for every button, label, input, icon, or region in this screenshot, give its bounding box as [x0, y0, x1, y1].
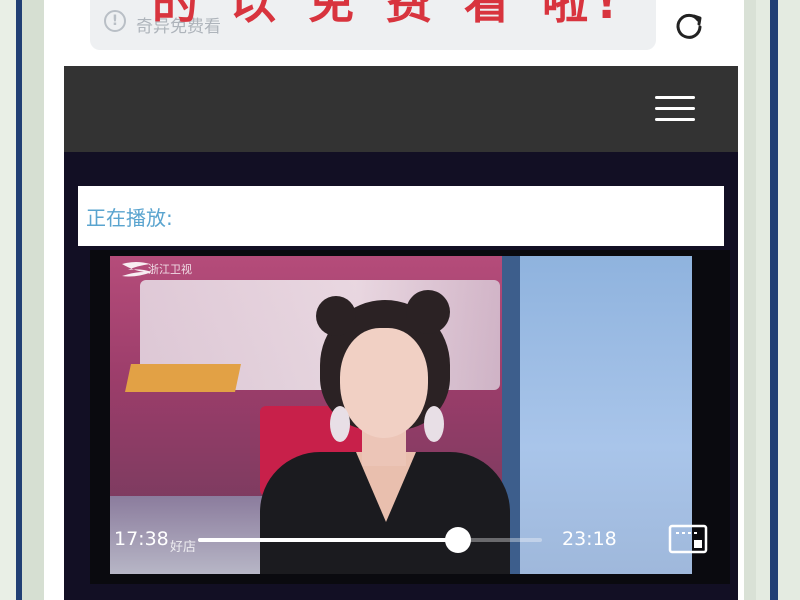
browser-toolbar: ! 奇异免费看 的 以 免 费 看 啦! [44, 0, 744, 66]
seek-bar[interactable] [198, 527, 542, 553]
channel-logo-text: 浙江卫视 [148, 263, 192, 276]
earring-right [424, 406, 444, 442]
info-icon[interactable]: ! [104, 10, 126, 32]
fullscreen-icon[interactable] [668, 524, 708, 554]
player-controls: 17:38 好店 23:18 [90, 514, 730, 584]
frame-border-right [770, 0, 778, 600]
background-left-inner [22, 0, 44, 600]
earring-left [330, 406, 350, 442]
total-time: 23:18 [562, 528, 617, 550]
reload-icon[interactable] [672, 8, 706, 42]
hamburger-menu-icon[interactable] [655, 96, 695, 122]
seek-bar-thumb[interactable] [445, 527, 472, 553]
background-right [756, 0, 800, 600]
person-hair-bun-right [406, 290, 450, 334]
scene-stage-decor [125, 364, 241, 392]
now-playing-panel: 正在播放: [78, 186, 724, 246]
person-face [340, 328, 428, 438]
seek-bar-progress [198, 538, 459, 542]
now-playing-label: 正在播放: [86, 206, 173, 230]
overlay-caption: 的 以 免 费 看 啦! [152, 0, 626, 29]
person-hair-bun-left [316, 296, 356, 336]
video-watermark: 好店 [170, 540, 197, 555]
phone-screen: ! 奇异免费看 的 以 免 费 看 啦! 正在播放: 浙江卫视 17:38 好店… [44, 0, 744, 600]
site-header [64, 66, 738, 152]
current-time: 17:38 [114, 528, 169, 550]
background-right-inner [744, 0, 756, 600]
video-player[interactable]: 浙江卫视 17:38 好店 23:18 [90, 250, 730, 584]
main-content: 正在播放: 浙江卫视 17:38 好店 23:18 [64, 152, 738, 600]
